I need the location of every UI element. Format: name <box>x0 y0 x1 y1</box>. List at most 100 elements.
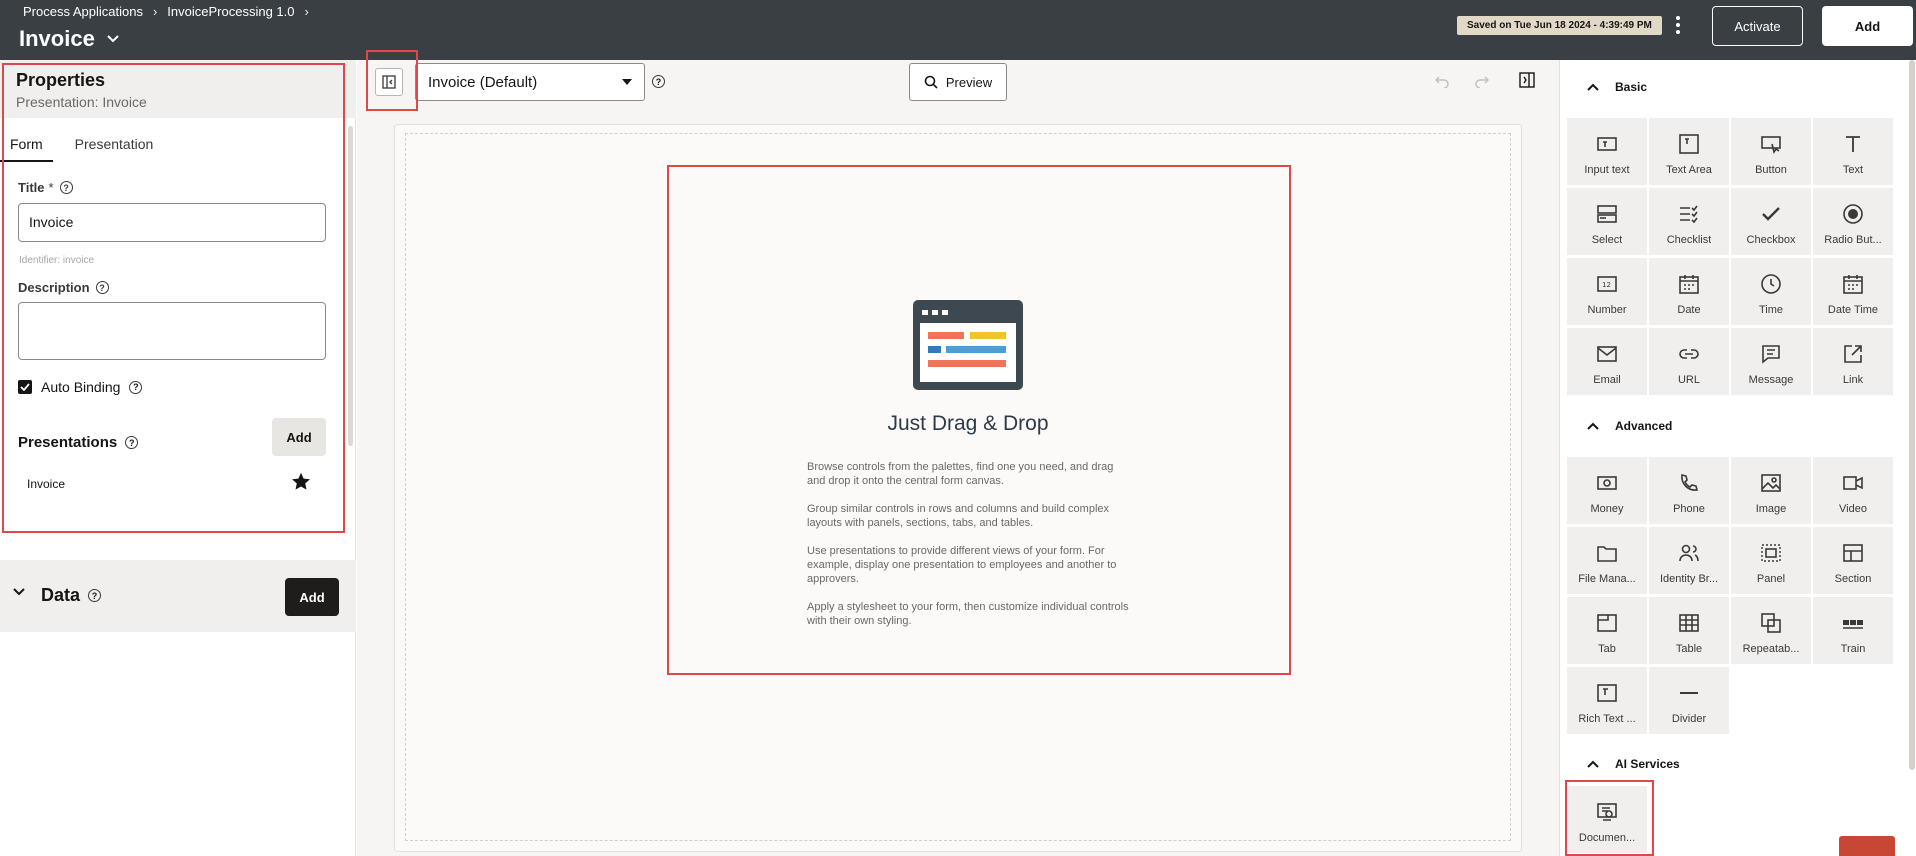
palette-item-label: Tab <box>1598 643 1616 655</box>
palette-item-identity-browser[interactable]: Identity Br... <box>1649 527 1729 594</box>
palette-item-repeatable[interactable]: Repeatab... <box>1731 597 1811 664</box>
properties-title: Properties <box>16 70 106 90</box>
tab-form[interactable]: Form <box>0 136 53 162</box>
chevron-up-icon <box>1587 422 1599 430</box>
palette-item-rich-text[interactable]: Rich Text ... <box>1567 667 1647 734</box>
palette-scrollbar[interactable] <box>1909 60 1915 770</box>
palette-section-ai-services[interactable]: AI Services <box>1587 757 1680 771</box>
collapse-panel-icon[interactable] <box>375 68 403 96</box>
palette-section-title: Advanced <box>1615 419 1673 433</box>
palette-item-label: Video <box>1839 503 1867 515</box>
required-marker: * <box>48 180 54 195</box>
preview-button[interactable]: Preview <box>909 63 1007 101</box>
help-icon[interactable]: ? <box>88 589 102 602</box>
app-header: Process Applications › InvoiceProcessing… <box>0 0 1916 60</box>
palette-item-message[interactable]: Message <box>1731 328 1811 395</box>
add-data-button[interactable]: Add <box>285 578 339 616</box>
palette-item-image[interactable]: Image <box>1731 457 1811 524</box>
palette-item-table[interactable]: Table <box>1649 597 1729 664</box>
palette-item-label: Radio But... <box>1824 234 1882 246</box>
form-title-menu[interactable]: Invoice <box>19 26 119 52</box>
form-illustration-icon <box>913 300 1023 390</box>
text-area-icon <box>1677 132 1701 156</box>
drop-zone[interactable]: Just Drag & Drop Browse controls from th… <box>405 133 1511 841</box>
data-title: Data ? <box>41 585 102 606</box>
more-options-icon[interactable] <box>1668 12 1688 38</box>
tab-icon <box>1595 611 1619 635</box>
palette-item-url[interactable]: URL <box>1649 328 1729 395</box>
breadcrumb-invoice-processing[interactable]: InvoiceProcessing 1.0 <box>167 4 294 19</box>
auto-binding-row: Auto Binding ? <box>18 379 143 395</box>
palette-item-label: Image <box>1755 503 1787 515</box>
chevron-down-icon[interactable] <box>13 588 25 596</box>
add-button[interactable]: Add <box>1822 6 1913 46</box>
chevron-up-icon <box>1587 83 1599 91</box>
redo-icon[interactable] <box>1475 74 1491 88</box>
palette-item-email[interactable]: Email <box>1567 328 1647 395</box>
palette-item-panel[interactable]: Panel <box>1731 527 1811 594</box>
data-section-header[interactable]: Data ? Add <box>0 560 356 632</box>
input-text-icon <box>1595 132 1619 156</box>
feedback-button[interactable] <box>1839 836 1895 856</box>
palette-item-time[interactable]: Time <box>1731 258 1811 325</box>
palette-item-video[interactable]: Video <box>1813 457 1893 524</box>
help-icon[interactable]: ? <box>652 75 665 88</box>
palette-item-date-time[interactable]: Date Time <box>1813 258 1893 325</box>
palette-item-label: Section <box>1834 573 1872 585</box>
palette-item-text-area[interactable]: Text Area <box>1649 118 1729 185</box>
palette-item-select[interactable]: Select <box>1567 188 1647 255</box>
train-icon <box>1841 611 1865 635</box>
help-icon[interactable]: ? <box>95 281 109 294</box>
palette-item-number[interactable]: 12 Number <box>1567 258 1647 325</box>
palette-item-label: URL <box>1677 374 1700 386</box>
number-icon: 12 <box>1595 272 1619 296</box>
palette-item-train[interactable]: Train <box>1813 597 1893 664</box>
properties-scrollbar[interactable] <box>348 126 353 446</box>
presentations-label: Presentations ? <box>18 434 139 451</box>
properties-subtitle: Presentation: Invoice <box>16 94 147 110</box>
palette-item-divider[interactable]: Divider <box>1649 667 1729 734</box>
rich-text-icon <box>1595 681 1619 705</box>
palette-section-advanced[interactable]: Advanced <box>1587 419 1672 433</box>
presentation-list-item[interactable]: Invoice <box>27 477 65 491</box>
undo-icon[interactable] <box>1433 74 1449 88</box>
palette-section-basic[interactable]: Basic <box>1587 80 1647 94</box>
default-star-icon[interactable] <box>291 472 311 491</box>
help-icon[interactable]: ? <box>129 380 143 394</box>
add-presentation-button[interactable]: Add <box>272 418 326 456</box>
url-icon <box>1677 342 1701 366</box>
palette-item-checkbox[interactable]: Checkbox <box>1731 188 1811 255</box>
palette-item-checklist[interactable]: Checklist <box>1649 188 1729 255</box>
presentation-select[interactable]: Invoice (Default) <box>415 63 645 101</box>
divider-icon <box>1677 681 1701 705</box>
palette-item-money[interactable]: Money <box>1567 457 1647 524</box>
palette-item-section[interactable]: Section <box>1813 527 1893 594</box>
palette-item-tab[interactable]: Tab <box>1567 597 1647 664</box>
repeatable-icon <box>1759 611 1783 635</box>
activate-button[interactable]: Activate <box>1712 6 1803 46</box>
advanced-controls-grid: Money Phone Image Video File Mana... Identity… <box>1567 457 1893 734</box>
description-field-label: Description ? <box>18 280 109 295</box>
palette-item-document-ai[interactable]: Documen... <box>1567 786 1647 853</box>
palette-item-link[interactable]: Link <box>1813 328 1893 395</box>
help-icon[interactable]: ? <box>59 181 73 194</box>
auto-binding-checkbox[interactable] <box>18 380 32 394</box>
palette-item-label: Table <box>1675 643 1703 655</box>
palette-item-label: Repeatab... <box>1742 643 1800 655</box>
palette-item-phone[interactable]: Phone <box>1649 457 1729 524</box>
palette-item-button[interactable]: Button <box>1731 118 1811 185</box>
palette-item-radio-button[interactable]: Radio But... <box>1813 188 1893 255</box>
palette-item-text[interactable]: Text <box>1813 118 1893 185</box>
palette-item-file-manager[interactable]: File Mana... <box>1567 527 1647 594</box>
help-icon[interactable]: ? <box>125 436 139 449</box>
tab-presentation[interactable]: Presentation <box>65 136 164 162</box>
palette-item-label: Date <box>1677 304 1701 316</box>
toggle-palette-icon[interactable] <box>1519 72 1535 88</box>
palette-item-label: Text <box>1842 164 1864 176</box>
breadcrumb-process-applications[interactable]: Process Applications <box>23 4 143 19</box>
palette-item-date[interactable]: Date <box>1649 258 1729 325</box>
description-input[interactable] <box>18 302 326 360</box>
presentations-label-text: Presentations <box>18 434 118 451</box>
palette-item-input-text[interactable]: Input text <box>1567 118 1647 185</box>
title-input[interactable]: Invoice <box>18 203 326 242</box>
